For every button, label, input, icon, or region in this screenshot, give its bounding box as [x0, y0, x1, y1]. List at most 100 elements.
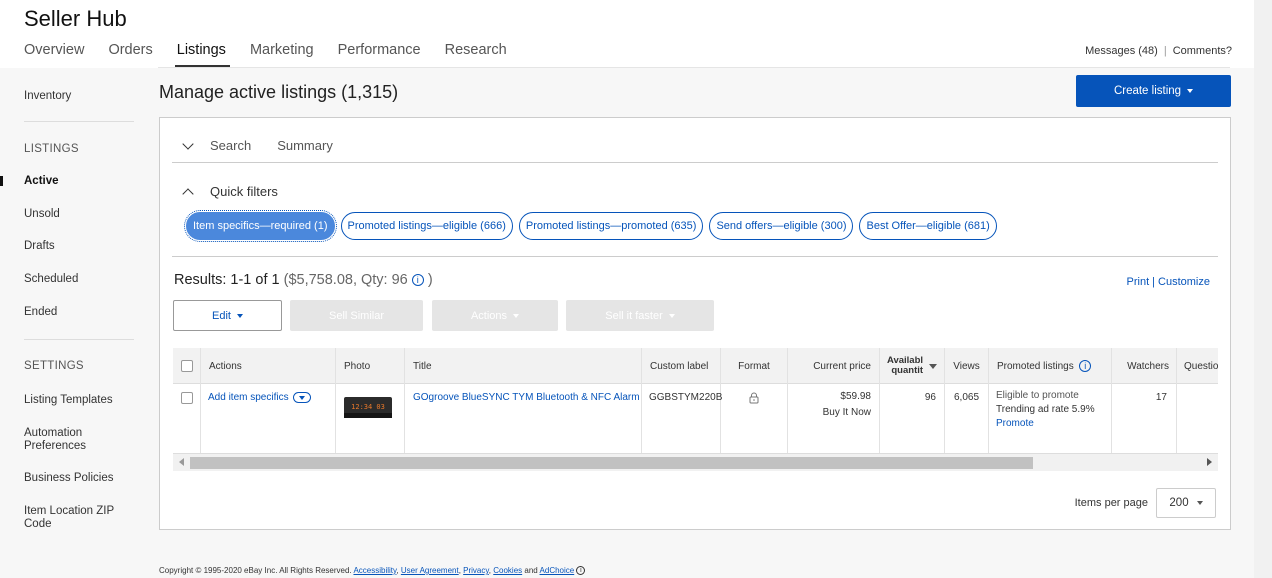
tab-overview[interactable]: Overview	[24, 42, 84, 66]
row-checkbox[interactable]	[180, 392, 193, 404]
create-listing-button[interactable]: Create listing	[1076, 75, 1231, 107]
footer-link-adchoice[interactable]: AdChoice	[540, 566, 575, 575]
items-per-page-select[interactable]: 200	[1156, 488, 1216, 518]
filter-promoted-eligible[interactable]: Promoted listings—eligible (666)	[340, 212, 513, 240]
row-promoted-cell: Eligible to promote Trending ad rate 5.9…	[989, 384, 1112, 454]
items-per-page: Items per page 200	[1075, 488, 1216, 518]
chevron-up-icon	[182, 187, 194, 200]
horizontal-scrollbar[interactable]	[173, 453, 1218, 471]
filter-send-offers-eligible[interactable]: Send offers—eligible (300)	[709, 212, 854, 240]
copyright-text: Copyright © 1995-2020 eBay Inc. All Righ…	[159, 566, 352, 575]
info-icon[interactable]: i	[411, 274, 424, 287]
row-price-format: Buy It Now	[822, 407, 871, 418]
promote-link[interactable]: Promote	[996, 417, 1111, 431]
print-link[interactable]: Print	[1127, 276, 1150, 288]
items-per-page-label: Items per page	[1074, 497, 1148, 509]
product-photo[interactable]: 12:34 03	[343, 394, 393, 420]
lock-icon	[749, 392, 759, 404]
results-close: )	[427, 272, 433, 288]
adchoice-icon[interactable]: i	[576, 566, 586, 576]
print-customize-links: Print | Customize	[1127, 276, 1210, 288]
sidebar-item-drafts[interactable]: Drafts	[24, 240, 55, 253]
row-price: $59.98	[840, 391, 871, 402]
filter-item-specifics-required[interactable]: Item specifics—required (1)	[184, 210, 337, 242]
promo-rate: Trending ad rate 5.9%	[996, 404, 1095, 415]
header-custom-label[interactable]: Custom label	[642, 348, 721, 384]
scroll-right-arrow-icon[interactable]	[1207, 458, 1212, 466]
search-tab[interactable]: Search	[210, 138, 251, 153]
footer-and: and	[524, 566, 538, 575]
row-questions-cell	[1177, 384, 1218, 454]
section-divider	[172, 162, 1218, 163]
scroll-left-arrow-icon[interactable]	[179, 458, 184, 466]
vertical-scrollbar[interactable]	[1254, 0, 1272, 578]
top-header: Seller Hub Overview Orders Listings Mark…	[0, 0, 1254, 68]
quick-filters-toggle[interactable]: Quick filters	[182, 184, 278, 200]
scrollbar-thumb[interactable]	[190, 457, 1033, 469]
quick-filter-chips: Item specifics—required (1) Promoted lis…	[184, 210, 1003, 242]
header-current-price[interactable]: Current price	[788, 348, 880, 384]
footer-link-privacy[interactable]: Privacy	[463, 566, 489, 575]
tab-performance[interactable]: Performance	[338, 42, 421, 66]
header-select-all	[173, 348, 201, 384]
header-questions[interactable]: Questio	[1177, 348, 1218, 384]
customize-link[interactable]: Customize	[1158, 276, 1210, 288]
sidebar-item-inventory[interactable]: Inventory	[24, 90, 71, 103]
header-watchers[interactable]: Watchers	[1112, 348, 1177, 384]
add-item-specifics-link[interactable]: Add item specifics	[208, 392, 289, 403]
edit-button[interactable]: Edit	[173, 300, 282, 331]
row-format-cell	[721, 384, 788, 454]
tab-research[interactable]: Research	[445, 42, 507, 66]
listings-panel: Search Summary Quick filters Item specif…	[159, 117, 1231, 530]
promoted-listings-header-label: Promoted listings	[997, 360, 1074, 372]
header-divider	[158, 67, 1230, 68]
sell-it-faster-label: Sell it faster	[605, 309, 663, 322]
actions-button[interactable]: Actions	[432, 300, 558, 331]
caret-down-icon	[298, 395, 305, 400]
row-action-dropdown[interactable]	[292, 392, 311, 403]
sidebar-item-business-policies[interactable]: Business Policies	[24, 472, 113, 485]
tab-marketing[interactable]: Marketing	[250, 42, 314, 66]
select-all-checkbox[interactable]	[180, 360, 193, 372]
app-title: Seller Hub	[24, 6, 127, 31]
sidebar-divider	[24, 339, 134, 340]
sidebar-item-item-location-zip[interactable]: Item Location ZIP Code	[24, 505, 124, 531]
sidebar-item-listing-templates[interactable]: Listing Templates	[24, 394, 113, 407]
header-title[interactable]: Title	[405, 348, 642, 384]
sidebar-item-scheduled[interactable]: Scheduled	[24, 273, 78, 286]
header-views[interactable]: Views	[945, 348, 989, 384]
search-summary-toggle[interactable]: Search Summary	[182, 137, 333, 153]
info-icon[interactable]: i	[1079, 360, 1092, 372]
results-count: Results: 1-1 of 1	[174, 272, 280, 288]
sidebar-heading-listings: LISTINGS	[24, 143, 79, 155]
comments-link[interactable]: Comments?	[1173, 45, 1232, 57]
active-indicator	[0, 176, 3, 186]
tab-listings[interactable]: Listings	[174, 42, 231, 67]
footer-link-cookies[interactable]: Cookies	[493, 566, 522, 575]
tab-orders[interactable]: Orders	[108, 42, 152, 66]
available-qty-line-2: quantit	[891, 365, 924, 376]
header-photo: Photo	[336, 348, 405, 384]
row-select-cell	[173, 384, 201, 454]
summary-tab[interactable]: Summary	[277, 138, 333, 153]
messages-link[interactable]: Messages (48)	[1085, 45, 1158, 57]
sell-similar-button[interactable]: Sell Similar	[290, 300, 423, 331]
header-available-quantity[interactable]: Availabl quantit	[880, 348, 945, 384]
create-listing-label: Create listing	[1113, 85, 1182, 97]
header-promoted-listings: Promoted listings i	[989, 348, 1112, 384]
sidebar-item-automation-preferences[interactable]: Automation Preferences	[24, 427, 124, 453]
listing-title-link[interactable]: GOgroove BlueSYNC TYM Bluetooth & NFC Al…	[413, 392, 640, 403]
sidebar-item-ended[interactable]: Ended	[24, 306, 57, 319]
row-price-cell: $59.98 Buy It Now	[788, 384, 880, 454]
footer-link-user-agreement[interactable]: User Agreement	[401, 566, 459, 575]
header-format[interactable]: Format	[721, 348, 788, 384]
sidebar-item-unsold[interactable]: Unsold	[24, 208, 60, 221]
results-summary: Results: 1-1 of 1 ($5,758.08, Qty: 96 i …	[174, 272, 433, 288]
filter-promoted-promoted[interactable]: Promoted listings—promoted (635)	[518, 212, 704, 240]
filter-best-offer-eligible[interactable]: Best Offer—eligible (681)	[859, 212, 997, 240]
footer-link-accessibility[interactable]: Accessibility	[353, 566, 396, 575]
sell-it-faster-button[interactable]: Sell it faster	[566, 300, 714, 331]
sidebar-item-active[interactable]: Active	[24, 175, 59, 188]
row-views-cell: 6,065	[945, 384, 989, 454]
row-custom-label-cell: GGBSTYM220B	[642, 384, 722, 454]
